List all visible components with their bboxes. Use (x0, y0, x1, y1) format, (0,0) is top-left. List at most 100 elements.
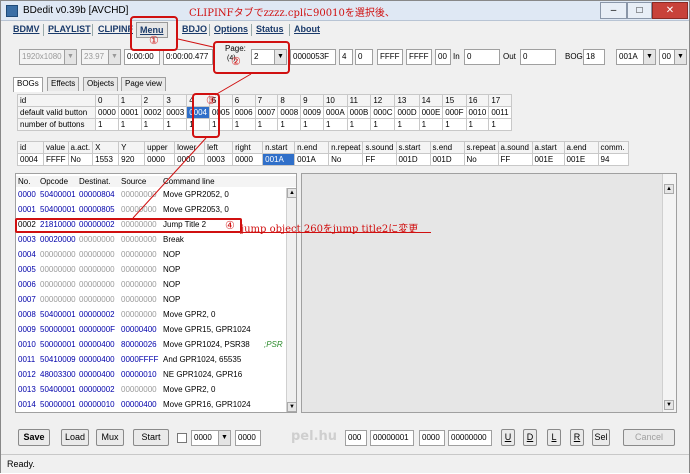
close-button[interactable]: ✕ (652, 2, 688, 19)
button-column-header[interactable]: n.repeat (328, 141, 364, 154)
tab-page-view[interactable]: Page view (121, 77, 166, 91)
button-column-header[interactable]: s.repeat (463, 141, 499, 154)
bog-count-cell[interactable]: 1 (394, 118, 420, 131)
button-cell[interactable]: No (463, 153, 499, 166)
command-row[interactable]: 0004 00000000 00000000 00000000 NOP (16, 249, 296, 260)
bog-count-cell[interactable]: 1 (322, 118, 348, 131)
bottom-checkbox[interactable] (177, 433, 187, 443)
bog-default-cell[interactable]: 0001 (117, 106, 142, 119)
menu-playlist[interactable]: PLAYLIST (48, 24, 91, 34)
command-row[interactable]: 0001 50400001 00000805 00000000 Move GPR2053… (16, 204, 296, 215)
minimize-button[interactable]: – (600, 2, 627, 19)
bog-column-header[interactable]: 10 (322, 94, 348, 107)
bog-default-cell[interactable]: 0011 (488, 106, 512, 119)
button-cell[interactable]: 001A (294, 153, 330, 166)
bottom-field-0000[interactable]: 0000 (419, 430, 445, 446)
right-select[interactable]: 001A ▼ (616, 49, 656, 65)
bog-column-header[interactable]: 3 (163, 94, 188, 107)
button-column-header[interactable]: s.start (395, 141, 431, 154)
bog-column-header[interactable]: 8 (277, 94, 302, 107)
scroll-up-icon[interactable]: ▲ (287, 188, 296, 198)
command-row[interactable]: 0005 00000000 00000000 00000000 NOP (16, 264, 296, 275)
bog-column-header[interactable]: 14 (418, 94, 444, 107)
bog-count-cell[interactable]: 1 (346, 118, 372, 131)
hex-field[interactable]: 0000053F (290, 49, 336, 65)
button-column-header[interactable]: Y (118, 141, 146, 154)
menu-status[interactable]: Status (256, 24, 284, 34)
fps-select[interactable]: 23.97 ▼ (81, 49, 121, 65)
bottom-field[interactable]: 0000 (235, 430, 261, 446)
field-00[interactable]: 00 (435, 49, 451, 65)
button-column-header[interactable]: right (232, 141, 264, 154)
tab-objects[interactable]: Objects (83, 77, 119, 91)
bottom-hex-b[interactable]: 00000000 (448, 430, 492, 446)
bog-column-header[interactable]: 7 (254, 94, 279, 107)
bog-column-header[interactable]: 0 (95, 94, 119, 107)
button-column-header[interactable]: a.start (531, 141, 565, 154)
button-cell[interactable]: 0000 (174, 153, 206, 166)
button-cell[interactable]: 0000 (144, 153, 176, 166)
button-cell[interactable]: 001A (262, 153, 296, 166)
button-cell[interactable]: 0003 (204, 153, 234, 166)
time-in-field[interactable]: 0:00:00 (124, 49, 160, 65)
command-row[interactable]: 0010 50000001 00000400 80000026 Move GPR1024… (16, 339, 296, 350)
bog-column-header[interactable]: 9 (300, 94, 324, 107)
scroll-down-icon[interactable]: ▼ (287, 402, 296, 412)
bog-count-cell[interactable]: 1 (370, 118, 396, 131)
preview-scrollbar[interactable]: ▲ ▼ (662, 174, 676, 412)
button-cell[interactable]: No (328, 153, 364, 166)
command-row[interactable]: 0014 50000001 00000010 00000400 Move GPR16, … (16, 399, 296, 410)
bog-default-cell[interactable]: 000D (394, 106, 420, 119)
button-column-header[interactable]: value (43, 141, 69, 154)
command-row[interactable]: 0008 50400001 00000002 00000000 Move GPR2, 0 (16, 309, 296, 320)
bottom-select[interactable]: 0000 ▼ (191, 430, 231, 446)
bog-count-cell[interactable]: 1 (442, 118, 467, 131)
bog-default-cell[interactable]: 0000 (95, 106, 119, 119)
bog-default-cell[interactable]: 000C (370, 106, 396, 119)
command-row[interactable]: 0006 00000000 00000000 00000000 NOP (16, 279, 296, 290)
button-column-header[interactable]: s.end (429, 141, 465, 154)
bottom-hex-a[interactable]: 00000001 (370, 430, 414, 446)
bog-count-cell[interactable]: 1 (163, 118, 188, 131)
tab-effects[interactable]: Effects (47, 77, 80, 91)
bog-count-cell[interactable]: 1 (117, 118, 142, 131)
button-cell[interactable]: FF (497, 153, 533, 166)
button-column-header[interactable]: lower (174, 141, 206, 154)
bog-count-cell[interactable]: 1 (418, 118, 444, 131)
menu-options[interactable]: Options (214, 24, 248, 34)
command-row[interactable]: 0013 50400001 00000002 00000000 Move GPR2, 0 (16, 384, 296, 395)
bottom-field-000[interactable]: 000 (345, 430, 367, 446)
right-select-2[interactable]: 00 ▼ (659, 49, 687, 65)
load-button[interactable]: Load (61, 429, 89, 446)
bog-field[interactable]: 18 (583, 49, 605, 65)
command-row[interactable]: 0012 48003300 00000400 00000010 NE GPR1024, … (16, 369, 296, 380)
ffff-field-1[interactable]: FFFF (377, 49, 403, 65)
time-out-field[interactable]: 0:00:00.477 (163, 49, 213, 65)
button-cell[interactable]: No (67, 153, 94, 166)
command-row[interactable]: 0007 00000000 00000000 00000000 NOP (16, 294, 296, 305)
ffff-field-2[interactable]: FFFF (406, 49, 432, 65)
button-column-header[interactable]: s.sound (362, 141, 397, 154)
bog-column-header[interactable]: 11 (346, 94, 372, 107)
cancel-button[interactable]: Cancel (623, 429, 675, 446)
button-cell[interactable]: 001D (429, 153, 465, 166)
bog-default-cell[interactable]: 0002 (140, 106, 165, 119)
save-button[interactable]: Save (18, 429, 50, 446)
field-4[interactable]: 4 (339, 49, 353, 65)
button-column-header[interactable]: comm. (597, 141, 629, 154)
bog-column-header[interactable]: 12 (370, 94, 396, 107)
resolution-select[interactable]: 1920x1080 ▼ (19, 49, 77, 65)
bog-column-header[interactable]: 13 (394, 94, 420, 107)
bog-default-cell[interactable]: 000B (346, 106, 372, 119)
menu-bdjo[interactable]: BDJO (182, 24, 207, 34)
bog-default-cell[interactable]: 0010 (465, 106, 490, 119)
menu-clipinf[interactable]: CLIPINF (98, 24, 133, 34)
tab-bogs[interactable]: BOGs (13, 77, 43, 92)
bog-column-header[interactable]: 2 (140, 94, 165, 107)
bog-column-header[interactable]: 6 (231, 94, 256, 107)
bog-count-cell[interactable]: 1 (277, 118, 302, 131)
down-button[interactable]: D (523, 429, 537, 446)
right-button[interactable]: R (570, 429, 584, 446)
button-column-header[interactable]: X (92, 141, 120, 154)
button-cell[interactable]: FFFF (43, 153, 69, 166)
